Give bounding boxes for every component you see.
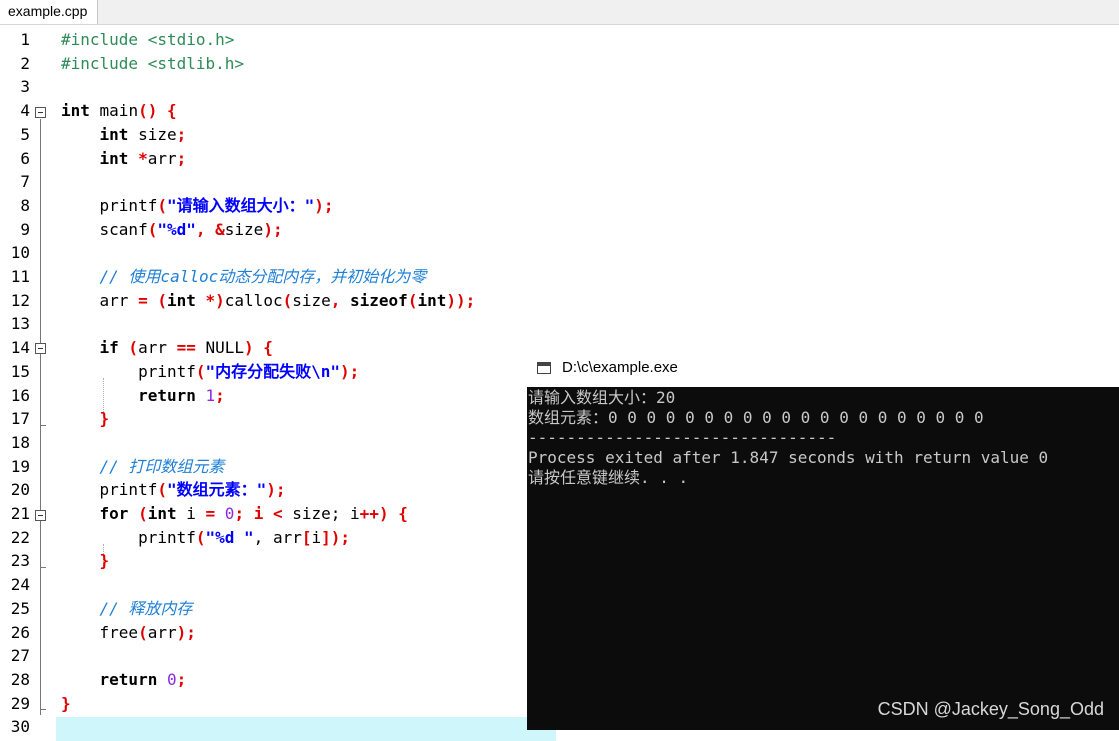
line-number: 27 [10, 646, 30, 666]
code-line: printf("请输入数组大小："); [61, 195, 334, 215]
console-window[interactable]: D:\c\example.exe 请输入数组大小：20 数组元素：0 0 0 0… [527, 350, 1119, 730]
console-line: 数组元素：0 0 0 0 0 0 0 0 0 0 0 0 0 0 0 0 0 0… [528, 408, 984, 427]
line-number: 21 [10, 504, 30, 523]
code-line: for (int i = 0; i < size; i++) { [99, 504, 408, 523]
code-line: scanf("%d", &size); [61, 219, 283, 239]
line-number: 11 [10, 267, 30, 286]
line-number: 15 [10, 361, 30, 381]
code-line: int main() { [61, 101, 177, 121]
code-line: return 1; [138, 385, 225, 405]
line-number: 14 [10, 338, 30, 358]
code-line: // 释放内存 [61, 598, 193, 618]
console-line: Process exited after 1.847 seconds with … [528, 448, 1049, 467]
watermark: CSDN @Jackey_Song_Odd [877, 699, 1104, 719]
code-line: #include <stdio.h> [61, 30, 235, 49]
code-line: arr = (int *)calloc(size, sizeof(int)); [61, 290, 476, 310]
code-line: } [61, 409, 110, 429]
code-line: // 使用calloc动态分配内存，并初始化为零 [61, 267, 427, 286]
code-line: // 打印数组元素 [61, 456, 225, 476]
line-number: 4 [20, 101, 30, 121]
tab-example-cpp[interactable]: example.cpp [0, 0, 99, 24]
code-line: printf("%d ", arr[i]); [61, 527, 351, 547]
code-line: int *arr; [99, 148, 187, 168]
line-number: 20 [10, 480, 30, 500]
line-number: 23 [10, 551, 30, 571]
console-window-icon [537, 362, 551, 374]
code-line: int size; [99, 124, 187, 144]
line-number: 1 [20, 30, 30, 49]
line-number: 29 [10, 693, 30, 713]
line-number: 2 [20, 53, 30, 73]
code-line: return 0; [99, 669, 187, 689]
line-number: 8 [20, 195, 30, 215]
line-number: 16 [10, 385, 30, 405]
console-output: 请输入数组大小：20 数组元素：0 0 0 0 0 0 0 0 0 0 0 0 … [528, 388, 1118, 488]
console-line: 请输入数组大小：20 [528, 388, 676, 407]
line-number: 9 [20, 219, 30, 239]
console-title-bar[interactable]: D:\c\example.exe [527, 350, 1119, 387]
line-number: 19 [10, 456, 30, 476]
tab-bar: example.cpp [0, 0, 1119, 25]
line-number: 13 [10, 314, 30, 334]
code-line: free(arr); [61, 622, 196, 642]
line-number: 10 [10, 243, 30, 263]
console-title: D:\c\example.exe [562, 359, 678, 376]
code-line: } [61, 551, 110, 571]
line-number: 26 [10, 622, 30, 642]
line-number: 25 [10, 598, 30, 618]
line-number: 5 [20, 124, 30, 144]
line-number: 6 [20, 148, 30, 168]
line-number: 7 [20, 172, 30, 192]
line-number: 12 [10, 290, 30, 310]
line-number: 30 [10, 717, 30, 737]
code-line: #include <stdlib.h> [61, 53, 245, 73]
line-number: 17 [10, 409, 30, 429]
code-line: printf("内存分配失败\n"); [61, 361, 360, 381]
line-number: 22 [10, 527, 30, 547]
line-number: 18 [10, 432, 30, 452]
code-line: } [61, 693, 71, 713]
line-number: 3 [20, 77, 30, 97]
console-line: 请按任意键继续. . . [528, 468, 689, 487]
line-number: 24 [10, 575, 30, 595]
code-line: if (arr == NULL) { [99, 338, 273, 358]
line-number: 28 [10, 669, 30, 689]
code-line: printf("数组元素："); [61, 480, 286, 500]
console-line: -------------------------------- [528, 428, 837, 447]
